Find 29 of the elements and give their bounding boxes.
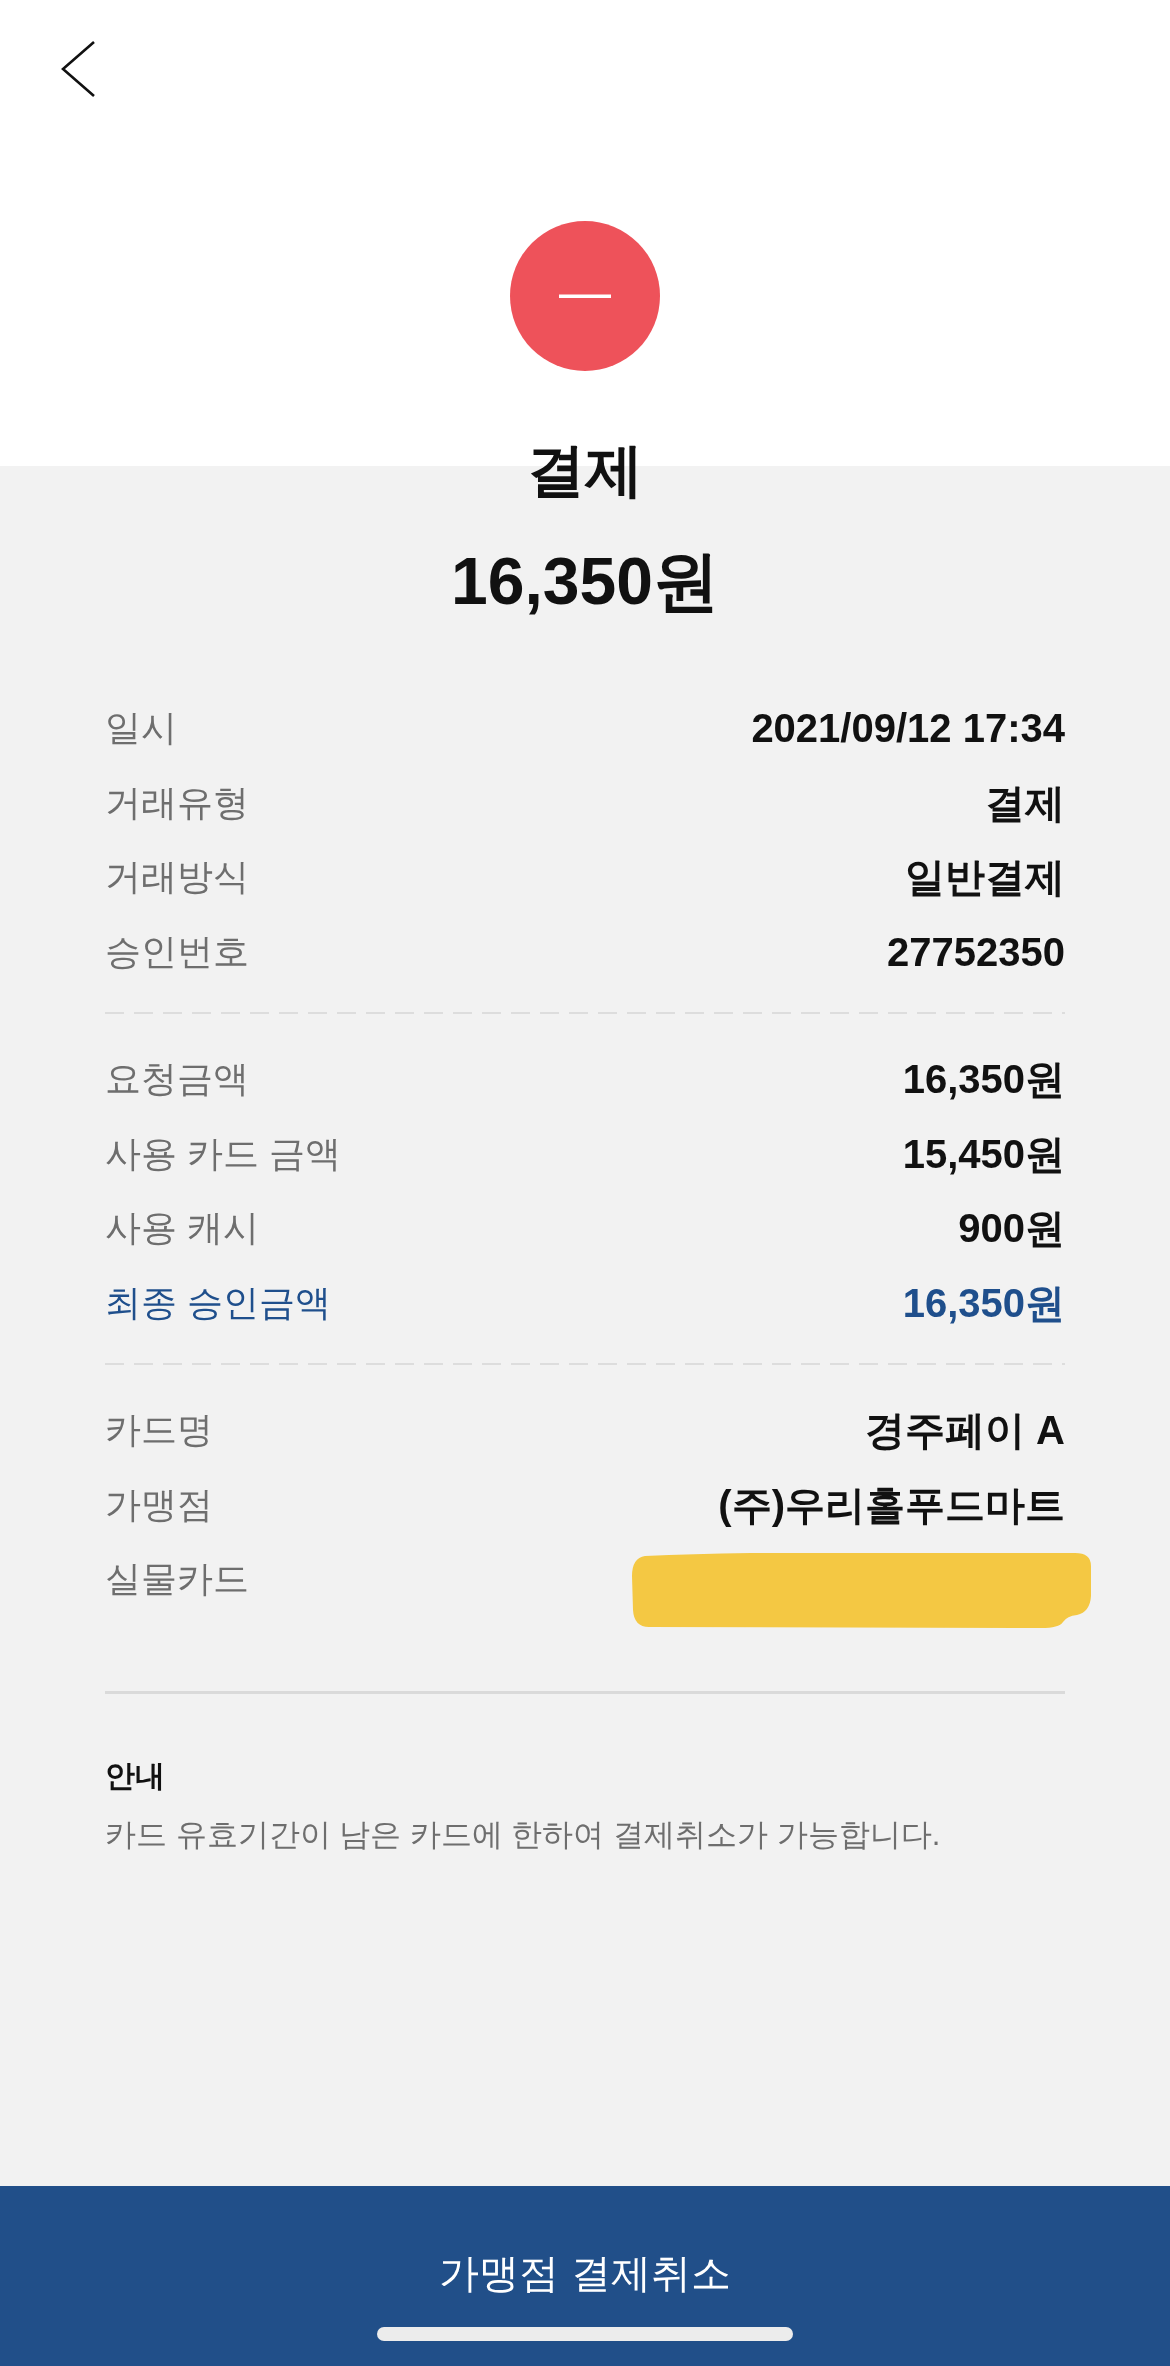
row-value: (주)우리홀푸드마트 (718, 1481, 1065, 1529)
row-label: 요청금액 (105, 1057, 249, 1102)
notice-title: 안내 (105, 1757, 166, 1794)
notice-text: 카드 유효기간이 남은 카드에 한하여 결제취소가 가능합니다. (105, 1815, 942, 1854)
status-title: 결제 (527, 440, 643, 500)
row-label: 사용 카드 금액 (105, 1131, 341, 1176)
row-label: 카드명 (105, 1408, 213, 1453)
cancel-payment-button[interactable]: 가맹점 결제취소 (0, 2186, 1170, 2366)
row-label: 승인번호 (105, 929, 249, 974)
row-label: 일시 (105, 706, 177, 751)
row-value: 경주페이 A (865, 1407, 1065, 1455)
row-value: 15,450원 (902, 1130, 1065, 1178)
row-value: 16,350원 (902, 1056, 1065, 1104)
row-label: 실물카드 (105, 1557, 249, 1602)
row-label: 가맹점 (105, 1482, 213, 1527)
row-value: 27752350 (887, 928, 1065, 976)
row-label: 사용 캐시 (105, 1206, 259, 1251)
minus-icon (510, 221, 660, 371)
back-icon (60, 40, 96, 98)
total-value: 16,350원 (902, 1279, 1065, 1327)
back-button[interactable] (60, 40, 96, 98)
amount-text: 16,350원 (451, 547, 719, 615)
row-label: 최종 승인금액 (105, 1280, 331, 1325)
row-label: 거래유형 (105, 780, 249, 825)
row-label: 거래방식 (105, 855, 249, 900)
row-value: 900원 (958, 1205, 1065, 1253)
row-value: 2021/09/12 17:34 (751, 705, 1065, 753)
row-value: 결제 (985, 779, 1065, 827)
row-value: 일반결제 (905, 854, 1065, 902)
